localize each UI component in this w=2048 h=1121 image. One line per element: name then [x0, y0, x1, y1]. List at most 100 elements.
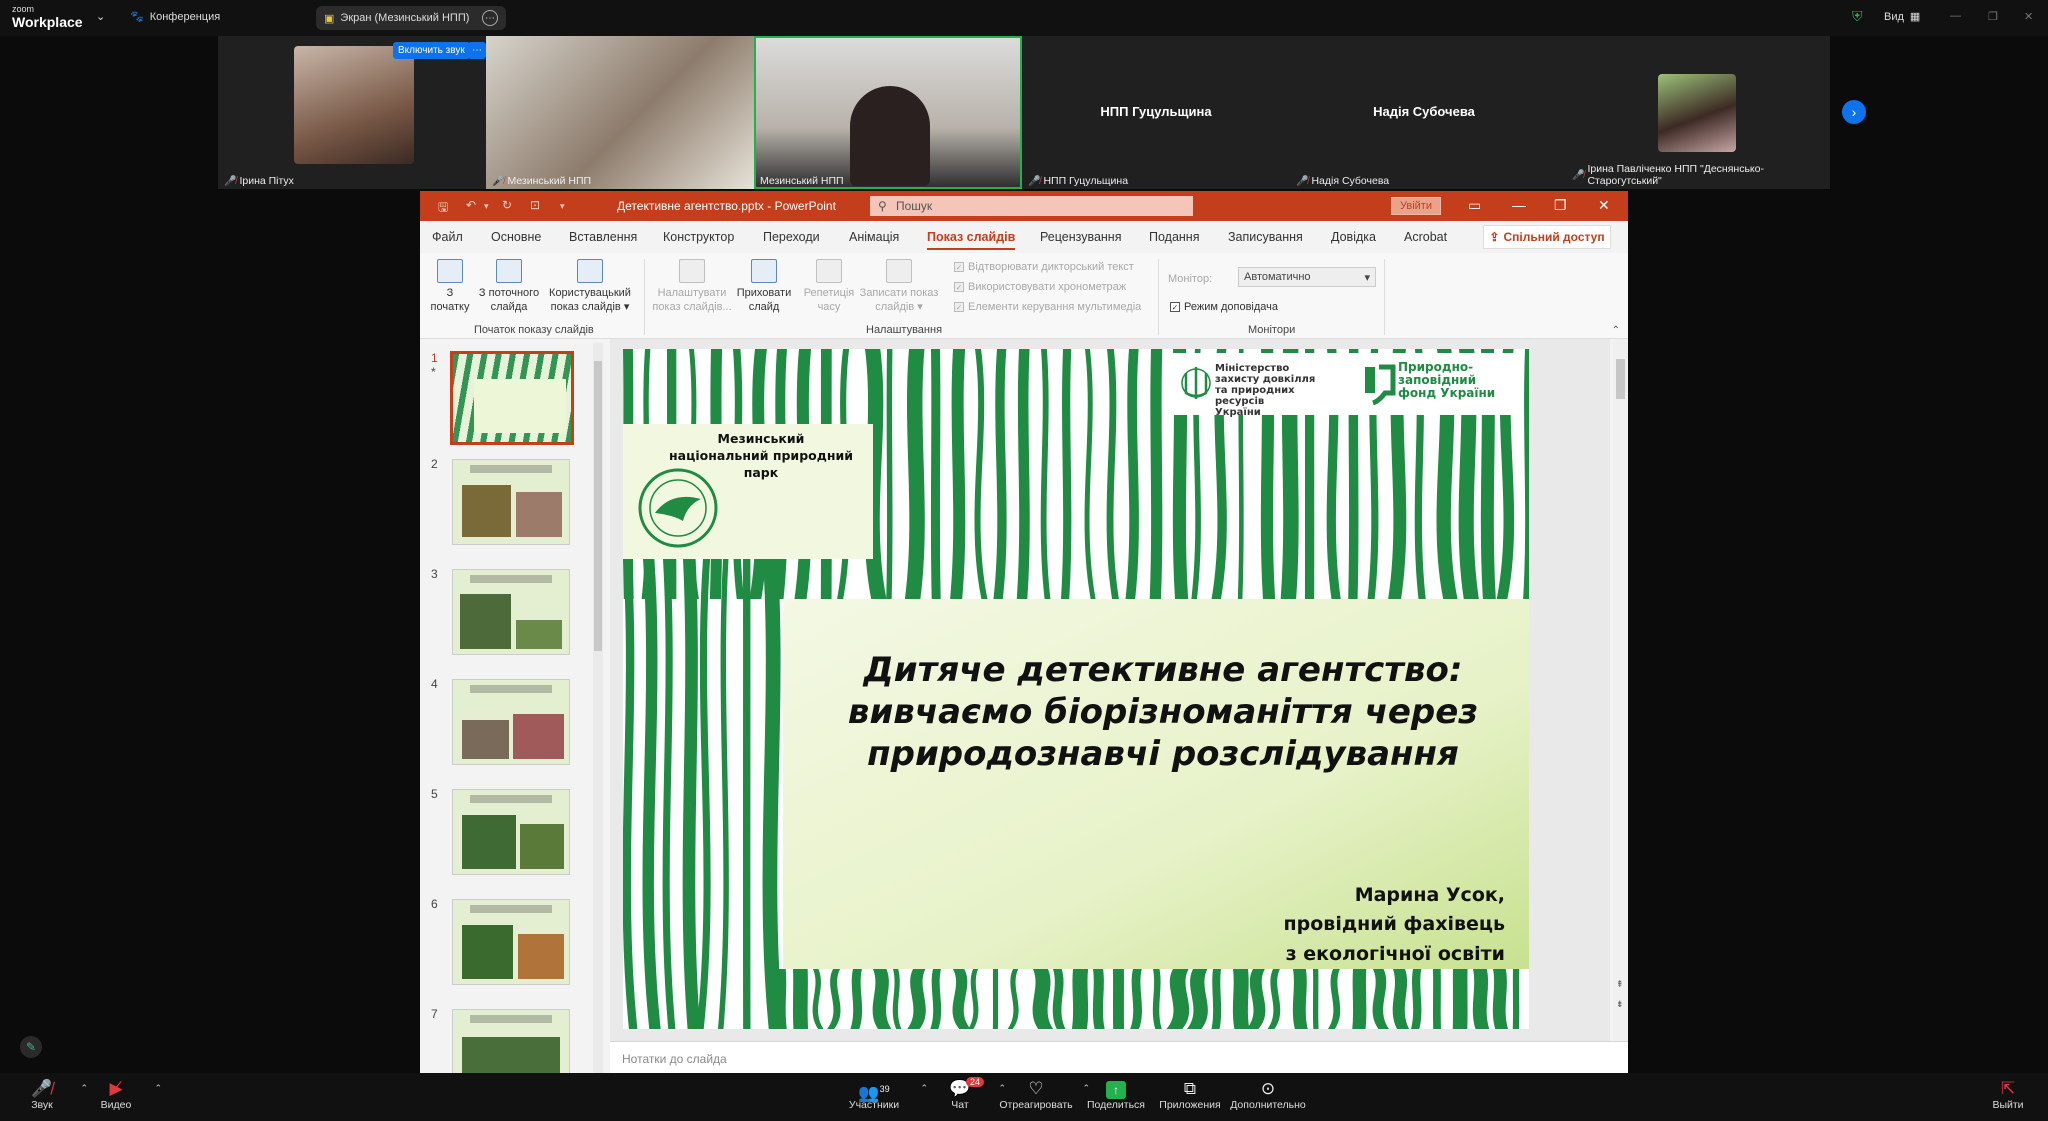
sign-in-button[interactable]: Увійти: [1391, 197, 1441, 215]
tab-review[interactable]: Рецензування: [1040, 230, 1121, 244]
share-screen-button[interactable]: ↑ Поделиться: [1076, 1079, 1156, 1111]
undo-icon[interactable]: ↶: [466, 198, 476, 212]
slide-thumbnail[interactable]: [452, 1009, 570, 1073]
present-icon[interactable]: ⊡: [530, 198, 540, 212]
record-label: Записати показ слайдів ▾: [859, 287, 939, 313]
use-timings-checkbox[interactable]: ✓ Використовувати хронометраж: [954, 281, 1126, 293]
slide-thumbnail[interactable]: [452, 679, 570, 765]
view-menu[interactable]: Вид ▦: [1884, 10, 1921, 24]
from-beginning-button[interactable]: З початку: [428, 259, 472, 315]
chevron-up-icon[interactable]: ⌃: [154, 1083, 162, 1094]
participant-name: НПП Гуцульщина: [1043, 175, 1129, 187]
participant-tile[interactable]: НПП Гуцульщина 🎤̸ НПП Гуцульщина: [1022, 36, 1290, 189]
prev-slide-icon[interactable]: ⇞: [1616, 979, 1624, 990]
rehearse-timings-button[interactable]: Репетиція часу: [800, 259, 858, 315]
thumbnails-scrollbar[interactable]: [593, 343, 603, 1073]
annotate-pen-icon[interactable]: ✎: [20, 1036, 42, 1058]
grid-icon: ▦: [1909, 11, 1921, 23]
tab-design[interactable]: Конструктор: [663, 230, 734, 244]
ribbon-display-icon[interactable]: ▭: [1468, 197, 1481, 214]
tab-recording[interactable]: Записування: [1228, 230, 1303, 244]
undo-dropdown-icon[interactable]: ▾: [484, 201, 489, 212]
slide-number: 7: [431, 1007, 438, 1021]
participant-tile-active-speaker[interactable]: Мезинський НПП: [754, 36, 1022, 189]
minimize-icon[interactable]: —: [1950, 10, 1961, 22]
presenter-view-checkbox[interactable]: ✓ Режим доповідача: [1170, 301, 1278, 313]
more-options-button[interactable]: ⋯: [468, 42, 486, 59]
tab-view[interactable]: Подання: [1149, 230, 1199, 244]
share-button[interactable]: ⇪ Спільний доступ: [1483, 225, 1611, 249]
more-icon[interactable]: ⋯: [482, 10, 498, 26]
participants-button[interactable]: 👥39 Участники ⌃: [834, 1079, 928, 1111]
audio-label: Звук: [31, 1099, 53, 1111]
participant-name: Ірина Пітух: [239, 175, 294, 187]
custom-slide-show-button[interactable]: Користувацький показ слайдів ▾: [544, 259, 636, 315]
set-up-slide-show-button[interactable]: Налаштувати показ слайдів...: [652, 259, 732, 315]
chat-button[interactable]: 💬 24 Чат ⌃: [920, 1077, 1006, 1111]
apps-button[interactable]: ⧉ Приложения: [1150, 1079, 1230, 1111]
tab-acrobat[interactable]: Acrobat: [1404, 230, 1447, 244]
conference-menu[interactable]: 🐾 Конференция: [130, 10, 220, 24]
slide-editor[interactable]: Міністерство захисту довкілля та природн…: [610, 339, 1610, 1041]
monitor-select[interactable]: Автоматично ▾: [1238, 267, 1376, 287]
more-button[interactable]: ⊙ Дополнительно: [1228, 1079, 1308, 1111]
hide-slide-label: Приховати слайд: [736, 287, 792, 313]
participant-tile[interactable]: 🎤̸ Мезинський НПП: [486, 36, 754, 189]
slide-title[interactable]: Дитяче детективне агентство: вивчаємо бі…: [813, 649, 1513, 775]
tab-slide-show[interactable]: Показ слайдів: [927, 230, 1016, 250]
slide-scrollbar[interactable]: ⇞ ⇟: [1613, 339, 1628, 1041]
zoom-workplace-logo[interactable]: zoom Workplace: [12, 5, 83, 30]
unmute-button[interactable]: Включить звук: [393, 42, 470, 59]
record-slide-show-button[interactable]: Записати показ слайдів ▾: [858, 259, 940, 315]
play-narrations-checkbox[interactable]: ✓ Відтворювати дикторський текст: [954, 261, 1134, 273]
tab-help[interactable]: Довідка: [1331, 230, 1376, 244]
search-icon: ⚲: [878, 199, 887, 213]
slide-thumbnail[interactable]: [452, 789, 570, 875]
slide-thumbnail[interactable]: [452, 569, 570, 655]
tab-home[interactable]: Основне: [491, 230, 541, 244]
hide-slide-button[interactable]: Приховати слайд: [734, 259, 794, 315]
custom-show-icon: [577, 259, 603, 283]
react-button[interactable]: ♡ Отреагировать ⌃: [996, 1079, 1090, 1111]
ribbon-tabs: Файл Основне Вставлення Конструктор Пере…: [420, 221, 1628, 253]
video-button[interactable]: ▶̸ Видео ⌃: [76, 1079, 162, 1111]
slide-author[interactable]: Марина Усок, провідний фахівець з еколог…: [1284, 881, 1505, 969]
participant-tile[interactable]: Надія Субочева 🎤̸ Надія Субочева: [1290, 36, 1558, 189]
slide-decor-stripe: [1432, 969, 1441, 1029]
redo-icon[interactable]: ↻: [502, 198, 512, 212]
collapse-ribbon-icon[interactable]: ⌃: [1612, 325, 1620, 336]
restore-icon[interactable]: ❐: [1554, 197, 1567, 214]
search-box[interactable]: ⚲ Пошук: [870, 196, 1193, 216]
leave-button[interactable]: ⇱ Выйти: [1968, 1079, 2048, 1111]
slide-decor-stripe: [1232, 969, 1250, 1029]
from-current-button[interactable]: З поточного слайда: [474, 259, 544, 315]
slide-thumbnail[interactable]: [452, 899, 570, 985]
slide-thumbnail-selected[interactable]: [450, 351, 574, 445]
tab-animations[interactable]: Анімація: [849, 230, 899, 244]
screen-share-indicator[interactable]: ▣ Экран (Мезинський НПП) ⋯: [316, 6, 506, 30]
participant-tile[interactable]: 🎤̸ Ірина Павліченко НПП "Деснянсько-Старо…: [1558, 36, 1830, 189]
save-icon[interactable]: 🖫: [438, 198, 448, 219]
leave-label: Выйти: [1992, 1099, 2024, 1111]
customize-toolbar-icon[interactable]: ▾: [560, 201, 565, 212]
chevron-down-icon[interactable]: ⌄: [96, 10, 105, 23]
next-page-button[interactable]: ›: [1842, 100, 1866, 124]
tab-insert[interactable]: Вставлення: [569, 230, 637, 244]
maximize-icon[interactable]: ❐: [1988, 10, 1998, 23]
current-slide[interactable]: Міністерство захисту довкілля та природн…: [623, 349, 1529, 1029]
show-media-controls-checkbox[interactable]: ✓ Елементи керування мультимедіа: [954, 301, 1141, 313]
tab-file[interactable]: Файл: [432, 230, 463, 244]
next-slide-icon[interactable]: ⇟: [1616, 999, 1624, 1010]
chat-label: Чат: [951, 1099, 969, 1111]
slide-thumbnail[interactable]: [452, 459, 570, 545]
minimize-icon[interactable]: —: [1512, 197, 1526, 213]
audio-button[interactable]: 🎤̸ Звук ⌃: [2, 1079, 88, 1111]
tab-transitions[interactable]: Переходи: [763, 230, 820, 244]
close-icon[interactable]: ✕: [1598, 197, 1610, 214]
participant-name: Мезинський НПП: [760, 175, 844, 187]
slide-decor-stripe: [1292, 969, 1308, 1029]
shield-icon[interactable]: ⛨: [1852, 8, 1863, 25]
notes-pane[interactable]: Нотатки до слайда: [610, 1041, 1628, 1073]
participant-avatar: [1658, 74, 1736, 152]
close-icon[interactable]: ✕: [2024, 10, 2033, 23]
